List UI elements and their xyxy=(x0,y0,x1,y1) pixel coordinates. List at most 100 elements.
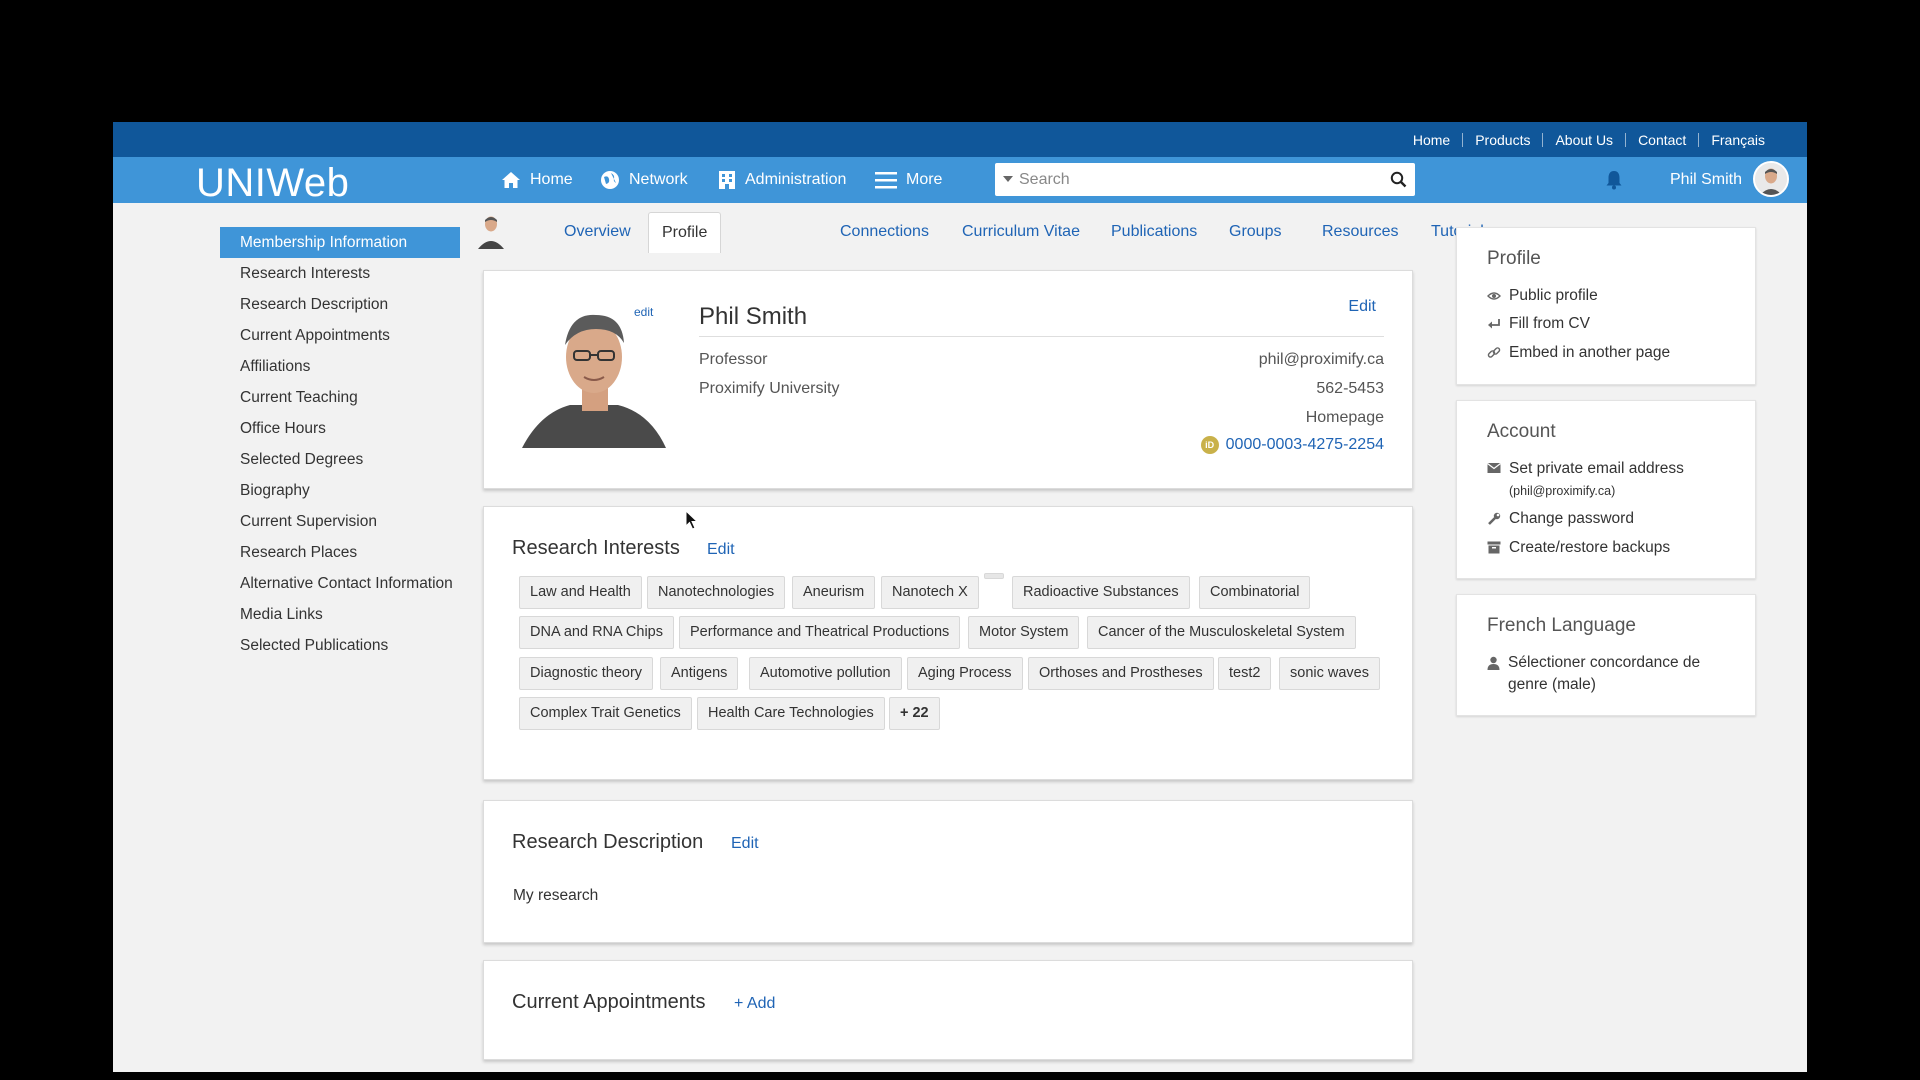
sidebar-item-current-appointments[interactable]: Current Appointments xyxy=(220,320,460,351)
change-password-link[interactable]: Change password xyxy=(1487,508,1634,530)
envelope-icon xyxy=(1487,462,1501,474)
utility-link-about[interactable]: About Us xyxy=(1542,132,1625,147)
change-password-label: Change password xyxy=(1509,510,1634,527)
interest-tag[interactable]: Radioactive Substances xyxy=(1012,576,1190,609)
logo[interactable]: UNIWeb xyxy=(196,161,349,206)
sidebar-item-research-description[interactable]: Research Description xyxy=(220,289,460,320)
interest-tag[interactable]: Performance and Theatrical Productions xyxy=(679,616,961,649)
nav-more[interactable]: More xyxy=(875,157,942,203)
interest-tag[interactable]: Antigens xyxy=(660,657,739,690)
research-description-title: Research Description xyxy=(512,831,704,853)
interest-tag[interactable]: Diagnostic theory xyxy=(519,657,654,690)
home-icon xyxy=(502,172,520,188)
tab-profile[interactable]: Profile xyxy=(648,212,722,253)
sidebar-item-current-teaching[interactable]: Current Teaching xyxy=(220,382,460,413)
tab-connections[interactable]: Connections xyxy=(840,212,929,253)
public-profile-link[interactable]: Public profile xyxy=(1487,285,1598,307)
profile-edit-link[interactable]: Edit xyxy=(1348,298,1376,316)
research-description-text: My research xyxy=(513,887,599,904)
utility-link-home[interactable]: Home xyxy=(1401,133,1462,147)
sidebar-item-alternative-contact[interactable]: Alternative Contact Information xyxy=(220,568,460,599)
current-appointments-title: Current Appointments xyxy=(512,991,706,1013)
user-icon xyxy=(1487,656,1500,670)
profile-phone: 562-5453 xyxy=(1316,380,1384,397)
utility-link-contact[interactable]: Contact xyxy=(1625,132,1698,147)
fill-from-cv-link[interactable]: Fill from CV xyxy=(1487,313,1590,335)
set-private-email-link[interactable]: Set private email address xyxy=(1487,458,1684,480)
research-interests-edit-link[interactable]: Edit xyxy=(707,541,735,559)
sidebar-item-membership-information[interactable]: Membership Information xyxy=(220,227,460,258)
nav-administration[interactable]: Administration xyxy=(718,157,846,203)
interest-tag[interactable]: sonic waves xyxy=(1279,657,1380,690)
gender-concordance-label: Sélectioner concordance de genre (male) xyxy=(1508,654,1701,693)
sidebar-item-current-supervision[interactable]: Current Supervision xyxy=(220,506,460,537)
globe-icon xyxy=(601,171,619,189)
sidebar-item-selected-degrees[interactable]: Selected Degrees xyxy=(220,444,460,475)
nav-administration-label: Administration xyxy=(745,171,847,188)
nav-home[interactable]: Home xyxy=(501,157,573,203)
research-description-edit-link[interactable]: Edit xyxy=(731,835,759,853)
sidebar-item-research-places[interactable]: Research Places xyxy=(220,537,460,568)
tab-user-thumbnail[interactable] xyxy=(475,211,507,249)
sidebar-item-office-hours[interactable]: Office Hours xyxy=(220,413,460,444)
notifications-bell-icon[interactable] xyxy=(1605,170,1623,190)
french-language-title: French Language xyxy=(1487,615,1636,636)
eye-icon xyxy=(1487,289,1501,303)
set-private-email-label: Set private email address xyxy=(1509,460,1684,477)
account-panel: Account Set private email address (phil@… xyxy=(1456,400,1756,579)
tab-curriculum-vitae[interactable]: Curriculum Vitae xyxy=(962,212,1080,253)
interest-tag[interactable]: Complex Trait Genetics xyxy=(519,697,692,730)
profile-homepage-link[interactable]: Homepage xyxy=(1306,409,1384,427)
utility-link-products[interactable]: Products xyxy=(1462,132,1542,147)
interest-tag[interactable]: Law and Health xyxy=(519,576,642,609)
interest-tag[interactable]: Automotive pollution xyxy=(749,657,902,690)
sidebar-item-affiliations[interactable]: Affiliations xyxy=(220,351,460,382)
search-box[interactable] xyxy=(995,163,1415,196)
fill-from-cv-label: Fill from CV xyxy=(1509,315,1590,332)
interest-tag[interactable]: Combinatorial xyxy=(1199,576,1311,609)
mouse-pointer-icon xyxy=(685,510,699,530)
user-avatar[interactable] xyxy=(1753,161,1789,197)
profile-orcid[interactable]: iD 0000-0003-4275-2254 xyxy=(1200,436,1384,454)
embed-link[interactable]: Embed in another page xyxy=(1487,342,1670,364)
menu-icon xyxy=(875,172,897,189)
interest-more-tag[interactable]: + 22 xyxy=(889,697,940,730)
sidebar-item-media-links[interactable]: Media Links xyxy=(220,599,460,630)
import-arrow-icon xyxy=(1487,317,1501,331)
search-scope-dropdown-icon[interactable] xyxy=(1003,176,1013,182)
search-input[interactable] xyxy=(1019,163,1379,196)
public-profile-label: Public profile xyxy=(1509,287,1598,304)
profile-name: Phil Smith xyxy=(699,303,808,330)
interest-tag[interactable]: Orthoses and Prostheses xyxy=(1028,657,1214,690)
photo-edit-link[interactable]: edit xyxy=(634,305,653,319)
sidebar-item-research-interests[interactable]: Research Interests xyxy=(220,258,460,289)
orcid-icon: iD xyxy=(1200,436,1219,454)
utility-link-language[interactable]: Français xyxy=(1698,132,1777,147)
sidebar-item-biography[interactable]: Biography xyxy=(220,475,460,506)
backups-link[interactable]: Create/restore backups xyxy=(1487,537,1670,559)
tab-overview[interactable]: Overview xyxy=(564,212,631,253)
nav-network[interactable]: Network xyxy=(600,157,688,203)
tab-resources[interactable]: Resources xyxy=(1322,212,1398,253)
gender-concordance-link[interactable]: Sélectioner concordance de genre (male) xyxy=(1487,652,1727,696)
interest-tag[interactable]: Aging Process xyxy=(907,657,1023,690)
interest-tag[interactable]: Cancer of the Musculoskeletal System xyxy=(1087,616,1356,649)
profile-tabs: Overview Profile Connections Curriculum … xyxy=(465,205,1492,253)
search-icon[interactable] xyxy=(1390,171,1407,188)
interest-tag[interactable]: test2 xyxy=(1218,657,1272,690)
interest-tag[interactable]: Nanotech X xyxy=(881,576,979,609)
link-icon xyxy=(1487,346,1501,360)
interest-tag[interactable]: Aneurism xyxy=(792,576,876,609)
tab-groups[interactable]: Groups xyxy=(1229,212,1281,253)
add-appointment-link[interactable]: + Add xyxy=(734,995,775,1013)
orcid-link[interactable]: 0000-0003-4275-2254 xyxy=(1226,436,1384,454)
interest-tag-empty[interactable] xyxy=(984,573,1004,579)
interest-tag[interactable]: DNA and RNA Chips xyxy=(519,616,674,649)
tab-publications[interactable]: Publications xyxy=(1111,212,1197,253)
user-menu-name[interactable]: Phil Smith xyxy=(1670,171,1742,189)
interest-tag[interactable]: Motor System xyxy=(968,616,1080,649)
interest-tag[interactable]: Health Care Technologies xyxy=(697,697,885,730)
interest-tag[interactable]: Nanotechnologies xyxy=(647,576,786,609)
sidebar-item-selected-publications[interactable]: Selected Publications xyxy=(220,630,460,661)
french-language-panel: French Language Sélectioner concordance … xyxy=(1456,594,1756,716)
